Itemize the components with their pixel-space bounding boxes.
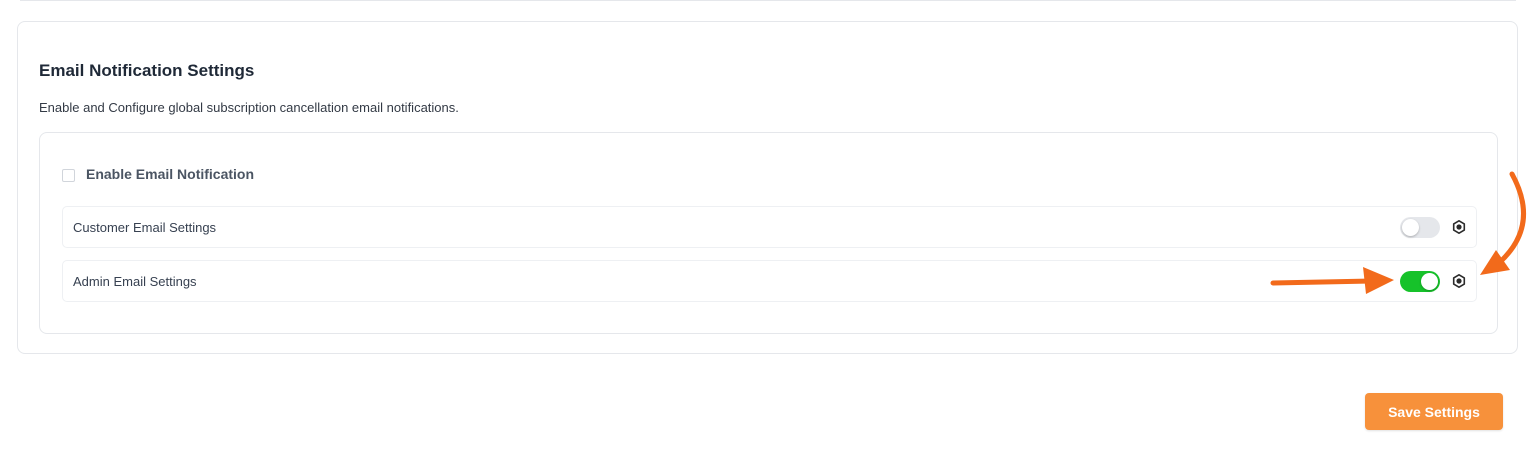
customer-email-toggle[interactable] bbox=[1400, 217, 1440, 238]
admin-email-toggle[interactable] bbox=[1400, 271, 1440, 292]
toggle-knob bbox=[1421, 273, 1438, 290]
section-title: Email Notification Settings bbox=[39, 61, 255, 80]
enable-email-notification-checkbox[interactable] bbox=[62, 169, 75, 182]
customer-email-settings-label: Customer Email Settings bbox=[73, 220, 217, 235]
section-description: Enable and Configure global subscription… bbox=[39, 100, 459, 115]
admin-email-settings-label: Admin Email Settings bbox=[73, 274, 197, 289]
save-settings-button[interactable]: Save Settings bbox=[1365, 393, 1503, 430]
customer-email-settings-row: Customer Email Settings bbox=[62, 206, 1477, 248]
gear-icon[interactable] bbox=[1451, 219, 1467, 235]
enable-email-notification-label: Enable Email Notification bbox=[86, 166, 255, 182]
admin-email-settings-row: Admin Email Settings bbox=[62, 260, 1477, 302]
email-notification-settings-card: Email Notification Settings Enable and C… bbox=[17, 21, 1518, 354]
gear-icon[interactable] bbox=[1451, 273, 1467, 289]
notification-options-panel: Enable Email Notification Customer Email… bbox=[39, 132, 1498, 334]
enable-email-notification-row[interactable]: Enable Email Notification bbox=[62, 166, 254, 182]
top-divider bbox=[20, 0, 1516, 1]
toggle-knob bbox=[1402, 219, 1419, 236]
